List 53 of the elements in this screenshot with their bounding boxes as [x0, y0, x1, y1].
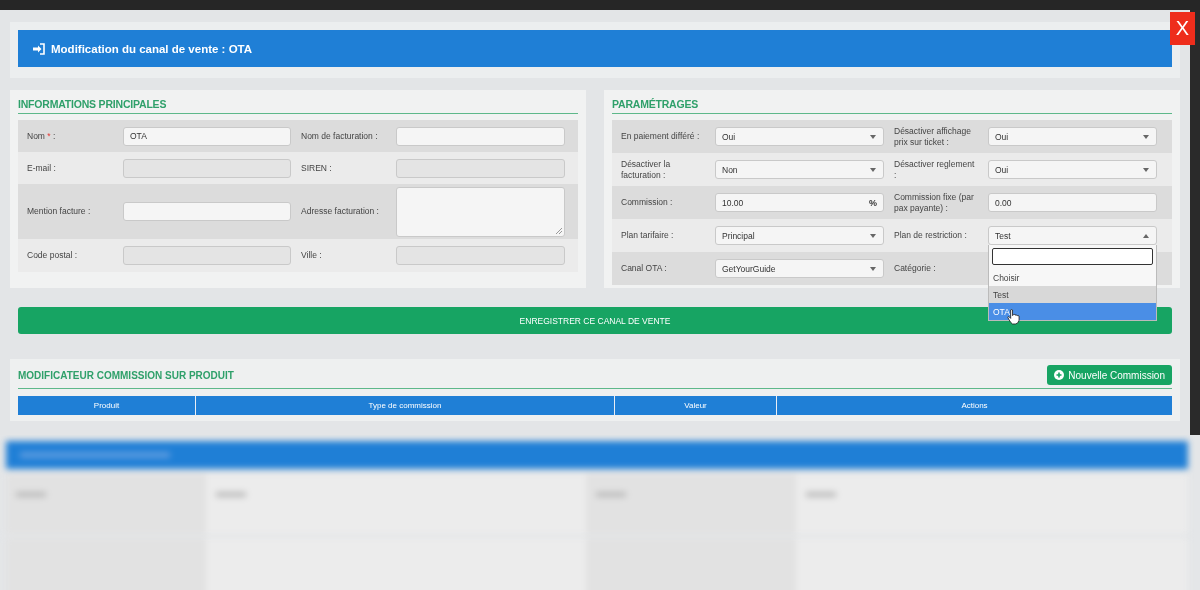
input-field[interactable]: OTA: [123, 126, 291, 146]
field-label: Nom de facturation :: [301, 130, 379, 142]
caret-icon: [1142, 232, 1150, 239]
field-label: Désactiver reglement :: [894, 159, 976, 180]
caret-icon: [1142, 166, 1150, 173]
field-label: Désactiver la facturation :: [621, 159, 672, 180]
caret-icon: [869, 265, 877, 272]
dropdown-option[interactable]: Test: [989, 286, 1156, 303]
field-label: Code postal :: [27, 250, 79, 261]
input-field[interactable]: 0.00: [988, 193, 1157, 212]
field-label: Commission :: [621, 197, 674, 208]
field-label: Catégorie :: [894, 263, 937, 274]
input-field[interactable]: [396, 126, 565, 146]
column-header: Valeur: [614, 396, 776, 415]
field-label: Plan tarifaire :: [621, 230, 675, 241]
input-field[interactable]: 10.00 %: [715, 193, 884, 212]
field-label: SIREN :: [301, 162, 333, 174]
select-field[interactable]: GetYourGuide: [715, 259, 884, 278]
field-label: E-mail :: [27, 162, 57, 174]
select-field[interactable]: Test: [988, 226, 1157, 245]
column-header: Type de commission: [195, 396, 614, 415]
caret-icon: [869, 133, 877, 140]
caret-icon: [1142, 133, 1150, 140]
field-label: Canal OTA :: [621, 263, 668, 274]
field-label: Nom * :: [27, 130, 57, 142]
dropdown-option[interactable]: Choisir: [989, 269, 1156, 286]
column-header: Produit: [92, 400, 121, 412]
field-label: En paiement différé :: [621, 131, 701, 142]
select-field[interactable]: Oui: [988, 127, 1157, 146]
field-label: Mention facture :: [27, 206, 92, 217]
section-title: INFORMATIONS PRINCIPALES: [18, 94, 578, 114]
close-button[interactable]: X: [1170, 12, 1195, 45]
plus-icon: [1054, 370, 1065, 380]
select-field[interactable]: Oui: [715, 127, 884, 146]
caret-icon: [869, 166, 877, 173]
dialog-title: Modification du canal de vente : OTA: [51, 42, 253, 55]
select-field[interactable]: Oui: [988, 160, 1157, 179]
field-label: Désactiver affichage prix sur ticket :: [894, 126, 972, 147]
select-field[interactable]: Non: [715, 160, 884, 179]
input-field[interactable]: [123, 202, 291, 221]
column-header: Actions: [776, 396, 1172, 415]
select-field[interactable]: Principal: [715, 226, 884, 245]
field-label: Adresse facturation :: [301, 206, 380, 217]
resize-grip-icon[interactable]: [555, 226, 563, 235]
text-area[interactable]: [396, 186, 565, 237]
sign-in-icon: [32, 42, 45, 55]
caret-icon: [869, 232, 877, 239]
field-label: Plan de restriction :: [894, 230, 968, 241]
section-title: MODIFICATEUR COMMISSION SUR PRODUIT: [18, 369, 234, 381]
field-label: Commission fixe (par pax payante) :: [894, 192, 975, 213]
search-field[interactable]: [992, 248, 1153, 265]
section-title: PARAMÉTRAGES: [612, 94, 1172, 114]
field-label: Ville :: [301, 250, 323, 261]
